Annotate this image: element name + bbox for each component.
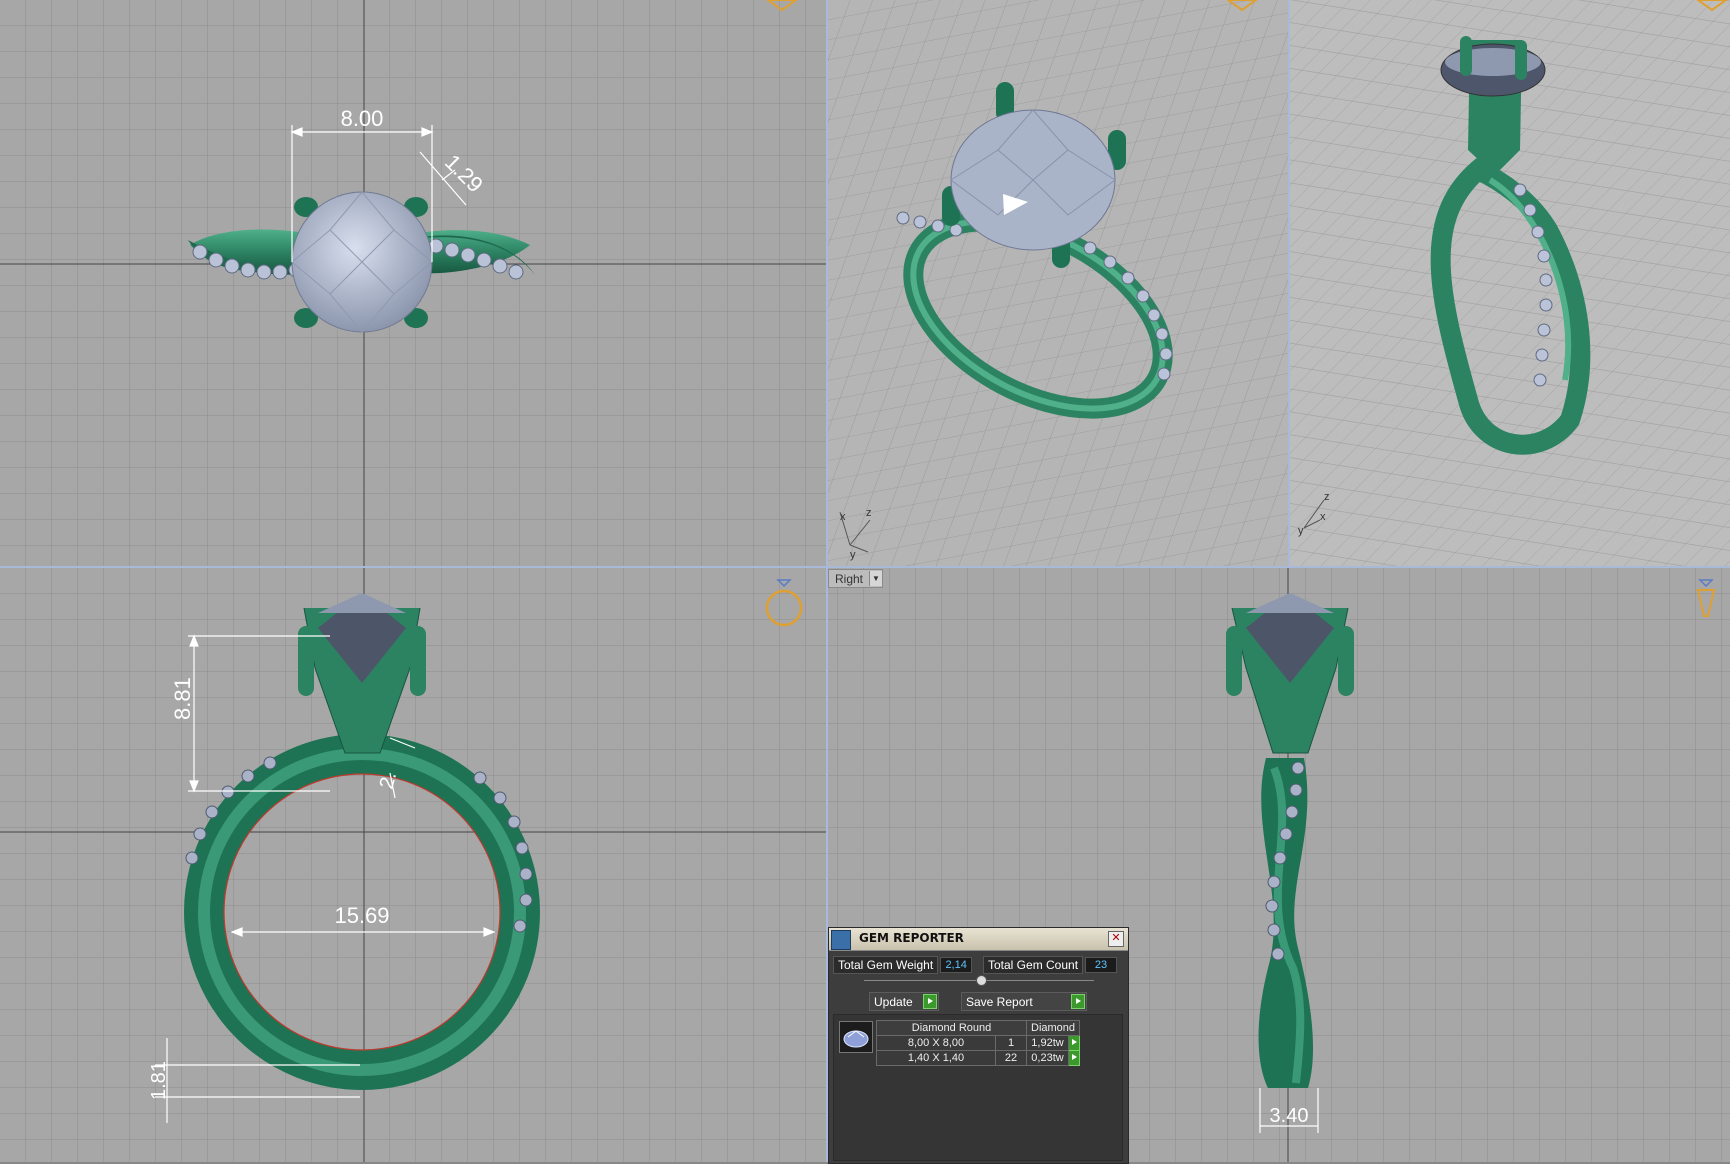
- viewport-view-dropdown[interactable]: Right ▼: [828, 569, 884, 588]
- row-select-icon[interactable]: [1068, 1050, 1081, 1066]
- total-count-row: Total Gem Count 23: [983, 956, 1118, 974]
- jewelry-cad-workspace: 8.00 1.29 x z y y x z 8.81 2. 15.69 1.81…: [0, 0, 1730, 1164]
- axis-z-label-2: z: [1324, 491, 1330, 503]
- play-icon: [1071, 994, 1085, 1009]
- total-weight-value: 2,14: [940, 957, 973, 973]
- gem-size: 1,40 X 1,40: [876, 1050, 996, 1066]
- table-row[interactable]: 8,00 X 8,00 1 1,92tw: [876, 1035, 1081, 1051]
- axis-x-label-2: x: [1320, 511, 1326, 523]
- gem-weight: 0,23tw: [1025, 1050, 1070, 1066]
- viewport-top[interactable]: 8.00 1.29: [0, 0, 826, 566]
- gem-size: 8,00 X 8,00: [876, 1035, 996, 1051]
- gem-table-header: Diamond Round Diamond: [876, 1020, 1081, 1036]
- header-material: Diamond: [1025, 1020, 1081, 1036]
- gem-reporter-panel[interactable]: GEM REPORTER ✕ Total Gem Weight 2,14 Tot…: [828, 927, 1129, 1164]
- gem-list: Diamond Round Diamond 8,00 X 8,00 1 1,92…: [833, 1014, 1123, 1161]
- viewport-divider-horizontal[interactable]: [0, 566, 1730, 568]
- play-icon: [923, 994, 937, 1009]
- total-weight-row: Total Gem Weight 2,14: [833, 956, 973, 974]
- gem-table: Diamond Round Diamond 8,00 X 8,00 1 1,92…: [876, 1020, 1081, 1066]
- dim-label-181: 1.81: [148, 1061, 170, 1100]
- dim-label-881: 8.81: [170, 677, 195, 720]
- dim-label-340: 3.40: [1270, 1105, 1309, 1127]
- viewport-front[interactable]: 8.81 2. 15.69 1.81: [0, 568, 826, 1162]
- gem-reporter-titlebar[interactable]: GEM REPORTER ✕: [829, 928, 1128, 951]
- gem-count: 22: [995, 1050, 1027, 1066]
- row-select-icon[interactable]: [1068, 1035, 1081, 1051]
- viewport-perspective-2[interactable]: y x z: [1290, 0, 1730, 566]
- axis-y-label: y: [850, 549, 856, 561]
- gem-reporter-title: GEM REPORTER: [859, 931, 964, 945]
- total-weight-label: Total Gem Weight: [833, 956, 939, 974]
- axis-y-label-2: y: [1298, 525, 1304, 537]
- viewport-view-label: Right: [835, 571, 864, 586]
- gem-weight: 1,92tw: [1025, 1035, 1070, 1051]
- axis-z-label: z: [866, 507, 872, 519]
- total-count-label: Total Gem Count: [983, 956, 1084, 974]
- table-row[interactable]: 1,40 X 1,40 22 0,23tw: [876, 1050, 1081, 1066]
- viewport-divider-vertical-2[interactable]: [1288, 0, 1290, 566]
- header-shape: Diamond Round: [876, 1020, 1027, 1036]
- total-count-value: 23: [1085, 957, 1118, 973]
- update-button[interactable]: Update: [869, 992, 939, 1011]
- splitter-knob[interactable]: [976, 975, 987, 986]
- update-button-label: Update: [874, 994, 913, 1009]
- dim-label-1569: 15.69: [334, 903, 389, 928]
- gem-reporter-app-icon: [831, 930, 851, 950]
- save-report-button[interactable]: Save Report: [961, 992, 1087, 1011]
- close-icon[interactable]: ✕: [1108, 931, 1124, 947]
- diamond-round-icon: [839, 1021, 873, 1053]
- center-gem-top[interactable]: [291, 191, 433, 333]
- save-report-label: Save Report: [966, 994, 1033, 1009]
- axis-x-label: x: [840, 511, 846, 523]
- viewport-perspective-1[interactable]: x z y: [828, 0, 1288, 566]
- gem-count: 1: [995, 1035, 1027, 1051]
- center-gem-persp1[interactable]: [950, 109, 1116, 251]
- dim-label-8: 8.00: [341, 106, 384, 131]
- chevron-down-icon: ▼: [869, 571, 883, 586]
